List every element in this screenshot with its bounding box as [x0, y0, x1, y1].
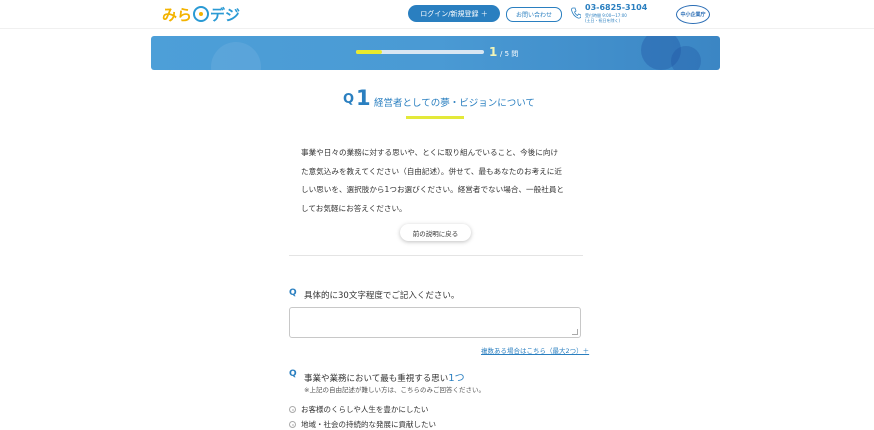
logo-mark-icon — [193, 6, 210, 22]
description-line: た意気込みを教えてください（自由記述）。併せて、最もあなたのお考えに近 — [301, 166, 562, 176]
phone-hours-line2: (土日・祝日を除く) — [585, 18, 621, 23]
resize-handle-icon[interactable] — [572, 329, 578, 335]
option-label: 地域・社会の持続的な発展に貢献したい — [301, 420, 436, 429]
sub-question-2-highlight: 1つ — [448, 373, 465, 384]
sub-question-2-note: ※上記の自由記述が難しい方は、こちらのみご回答ください。 — [304, 386, 485, 394]
progress-total-count: / 5 — [500, 50, 510, 58]
banner-decoration — [211, 42, 261, 70]
question-description: 事業や日々の業務に対する思いや、とくに取り組んでいること、今後に向け た意気込み… — [301, 144, 585, 218]
logo-text-mira: みら — [162, 5, 193, 24]
progress-bar-fill — [356, 50, 382, 54]
sub-question-2-label: 事業や業務において最も重視する思い — [304, 374, 449, 384]
phone-icon — [571, 7, 581, 19]
description-line: してお気軽にお答えください。 — [301, 203, 407, 213]
question-mark: Q — [343, 92, 355, 107]
free-text-input[interactable] — [289, 307, 581, 338]
phone-hours: 受付時間 9:00〜17:00 (土日・祝日を除く) — [585, 13, 627, 23]
phone-number[interactable]: 03-6825-3104 — [585, 3, 647, 12]
progress-total: / 5 問 — [500, 49, 518, 59]
option-label: お客様のくらしや人生を豊かにしたい — [301, 405, 429, 414]
add-more-answers-link[interactable]: 複数ある場合はこちら（最大2つ）＋ — [481, 345, 589, 355]
progress-banner: 1 / 5 問 — [151, 36, 720, 70]
description-line: しい思いを、選択肢から1つお選びください。経営者でない場合、一般社員と — [301, 185, 565, 195]
sub-question-1-mark: Q — [289, 288, 297, 298]
login-register-button[interactable]: ログイン/新規登録 ＋ — [408, 5, 500, 22]
progress-bar — [356, 50, 484, 54]
option-radio-row[interactable]: お客様のくらしや人生を豊かにしたい — [289, 404, 428, 415]
site-header: みら デジ ログイン/新規登録 ＋ お問い合わせ 03-6825-3104 受付… — [0, 0, 874, 29]
radio-button[interactable] — [289, 421, 296, 428]
site-logo[interactable]: みら デジ — [162, 4, 240, 24]
logo-text-digi: デジ — [210, 5, 241, 24]
progress-current: 1 — [489, 45, 498, 59]
banner-decoration — [671, 46, 701, 70]
radio-button[interactable] — [289, 406, 296, 413]
title-underline — [406, 116, 464, 119]
question-number: 1 — [356, 86, 371, 110]
contact-button[interactable]: お問い合わせ — [506, 7, 562, 22]
description-line: 事業や日々の業務に対する思いや、とくに取り組んでいること、今後に向け — [301, 148, 559, 157]
option-radio-row[interactable]: 地域・社会の持続的な発展に貢献したい — [289, 419, 436, 430]
progress-suffix: 問 — [511, 50, 519, 58]
question-title: 経営者としての夢・ビジョンについて — [374, 98, 535, 109]
sub-question-1-text: 具体的に30文字程度でご記入ください。 — [304, 291, 460, 301]
sub-question-2-text: 事業や業務において最も重視する思い1つ — [304, 369, 465, 384]
partner-logo[interactable]: 中小企業庁 — [676, 5, 710, 24]
sub-question-2-mark: Q — [289, 369, 297, 379]
back-to-description-button[interactable]: 前の説明に戻る — [400, 224, 471, 241]
section-divider — [289, 255, 583, 256]
